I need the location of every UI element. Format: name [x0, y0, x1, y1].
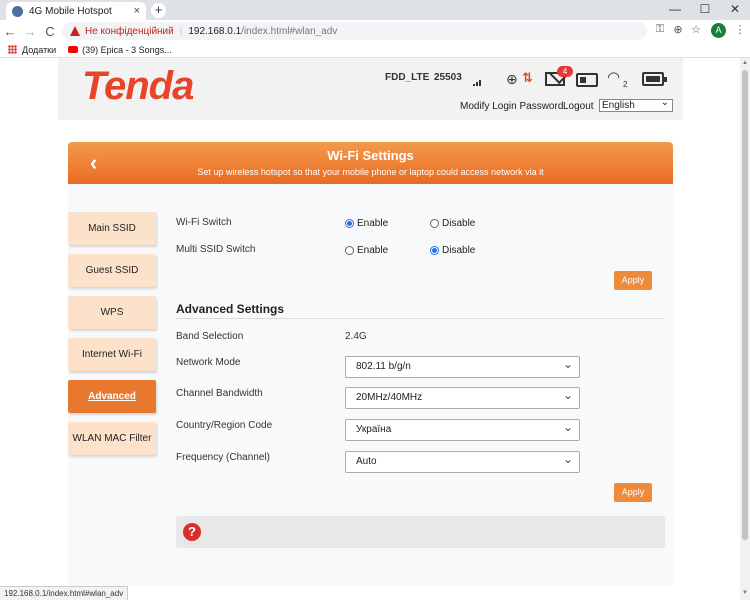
- radio-dot[interactable]: [345, 246, 354, 255]
- browser-status-bar: 192.168.0.1/index.html#wlan_adv: [0, 586, 129, 600]
- maximize-icon[interactable]: ☐: [690, 0, 720, 20]
- bookmark-apps[interactable]: Додатки: [22, 45, 56, 55]
- divider: |: [179, 25, 183, 37]
- frequency-channel-select[interactable]: Auto: [345, 449, 580, 473]
- country-region-select[interactable]: Україна: [345, 417, 580, 441]
- youtube-icon: [68, 46, 79, 53]
- multi-ssid-switch-label: Multi SSID Switch: [176, 244, 256, 255]
- browser-tab-strip: 4G Mobile Hotspot × + — ☐ ✕: [0, 0, 750, 20]
- sim-card-icon: [576, 73, 598, 87]
- network-mode-select[interactable]: 802.11 b/g/n: [345, 354, 580, 378]
- sidebar-item-main-ssid[interactable]: Main SSID: [68, 212, 156, 245]
- channel-bandwidth-select[interactable]: 20MHz/40MHz: [345, 385, 580, 409]
- sidebar-item-guest-ssid[interactable]: Guest SSID: [68, 254, 156, 287]
- key-icon[interactable]: ⚿: [652, 23, 668, 36]
- radio-label: Enable: [357, 245, 389, 256]
- zoom-icon[interactable]: ⊕: [670, 23, 686, 36]
- tenda-favicon-icon: [12, 5, 23, 17]
- bookmarks-bar: Додатки (39) Epica - 3 Songs...: [0, 42, 750, 58]
- tab-title: 4G Mobile Hotspot: [29, 5, 112, 17]
- wifi-switch-label: Wi-Fi Switch: [176, 217, 232, 228]
- forward-arrow-icon[interactable]: →: [20, 24, 40, 39]
- advanced-settings-heading: Advanced Settings: [176, 302, 285, 316]
- page-subtitle: Set up wireless hotspot so that your mob…: [197, 167, 544, 177]
- help-icon[interactable]: ?: [183, 523, 201, 541]
- page-scrollbar[interactable]: ▲ ▼: [740, 58, 750, 600]
- page-viewport: Tenda FDD_LTE 25503 ⊕ ⇅ 4 ◠ 2 Modify Log…: [0, 58, 740, 586]
- apps-grid-icon: [8, 45, 17, 54]
- warning-icon: [70, 26, 80, 36]
- language-select[interactable]: English: [599, 97, 673, 112]
- modify-login-password-link[interactable]: Modify Login Password: [460, 101, 563, 112]
- signal-strength-icon: [473, 78, 481, 86]
- close-tab-icon[interactable]: ×: [134, 5, 140, 17]
- tenda-logo: Tenda: [82, 64, 194, 108]
- data-transfer-icon: ⇅: [522, 70, 533, 85]
- multi-ssid-enable-radio[interactable]: Enable: [345, 245, 388, 256]
- frequency-channel-label: Frequency (Channel): [176, 452, 270, 463]
- radio-label: Enable: [357, 218, 389, 229]
- country-region-label: Country/Region Code: [176, 420, 273, 431]
- sidebar-item-internet-wifi[interactable]: Internet Wi-Fi: [68, 338, 156, 371]
- radio-dot[interactable]: [345, 219, 354, 228]
- back-arrow-icon[interactable]: ←: [0, 24, 20, 39]
- divider: [176, 318, 664, 319]
- url-host: 192.168.0.1: [188, 25, 242, 37]
- switch-apply-button[interactable]: Apply: [614, 271, 652, 290]
- sidebar-item-wlan-mac-filter[interactable]: WLAN MAC Filter: [68, 422, 156, 455]
- star-icon[interactable]: ☆: [688, 23, 704, 36]
- router-header: Tenda FDD_LTE 25503 ⊕ ⇅ 4 ◠ 2 Modify Log…: [58, 58, 683, 120]
- multi-ssid-disable-radio[interactable]: Disable: [430, 245, 475, 256]
- menu-dots-icon[interactable]: ⋮: [732, 23, 748, 36]
- network-type: FDD_LTE: [385, 72, 430, 83]
- sidebar-item-wps[interactable]: WPS: [68, 296, 156, 329]
- globe-icon: ⊕: [506, 71, 518, 87]
- browser-toolbar: ← → C Не конфіденційний | 192.168.0.1 /i…: [0, 20, 750, 42]
- scroll-down-icon[interactable]: ▼: [742, 590, 748, 596]
- battery-icon: [642, 72, 667, 86]
- scrollbar-thumb[interactable]: [742, 70, 748, 540]
- wifi-switch-disable-radio[interactable]: Disable: [430, 218, 475, 229]
- bookmark-youtube[interactable]: (39) Epica - 3 Songs...: [82, 45, 172, 55]
- window-close-icon[interactable]: ✕: [720, 0, 750, 20]
- new-tab-button[interactable]: +: [151, 3, 166, 18]
- wifi-switch-enable-radio[interactable]: Enable: [345, 218, 388, 229]
- url-path: /index.html#wlan_adv: [241, 25, 338, 37]
- sidebar-item-advanced-settings[interactable]: Advanced Settings: [68, 380, 156, 435]
- wifi-client-count: 2: [623, 80, 628, 89]
- security-status[interactable]: Не конфіденційний: [85, 26, 174, 37]
- band-selection-label: Band Selection: [176, 331, 244, 342]
- logout-link[interactable]: Logout: [563, 101, 594, 112]
- scroll-up-icon[interactable]: ▲: [742, 60, 748, 66]
- profile-avatar[interactable]: A: [711, 23, 726, 38]
- address-bar[interactable]: Не конфіденційний | 192.168.0.1 /index.h…: [62, 22, 647, 40]
- browser-tab[interactable]: 4G Mobile Hotspot ×: [6, 2, 146, 20]
- band-selection-value: 2.4G: [345, 331, 367, 342]
- wifi-icon: ◠: [607, 69, 621, 86]
- network-mode-label: Network Mode: [176, 357, 241, 368]
- radio-dot[interactable]: [430, 219, 439, 228]
- radio-dot[interactable]: [430, 246, 439, 255]
- message-count-badge: 4: [557, 66, 573, 77]
- help-panel: ?: [176, 516, 665, 548]
- page-title: Wi-Fi Settings: [327, 148, 414, 163]
- channel-bandwidth-label: Channel Bandwidth: [176, 388, 263, 399]
- advanced-apply-button[interactable]: Apply: [614, 483, 652, 502]
- radio-label: Disable: [442, 218, 476, 229]
- page-banner: ‹ Wi-Fi Settings Set up wireless hotspot…: [68, 142, 673, 184]
- reload-icon[interactable]: C: [40, 24, 60, 39]
- radio-label: Disable: [442, 245, 476, 256]
- minimize-icon[interactable]: —: [660, 0, 690, 20]
- plmn-code: 25503: [434, 72, 462, 83]
